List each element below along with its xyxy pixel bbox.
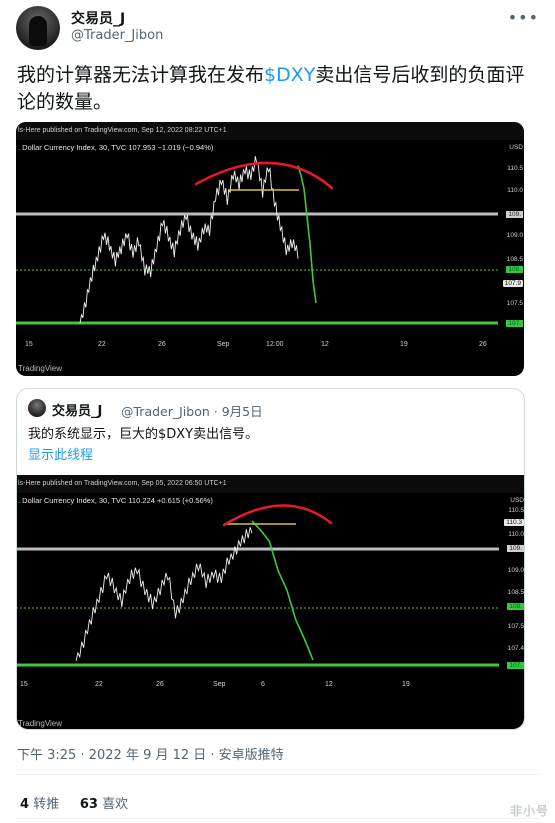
y-tick: 109.0 [507,567,524,574]
currency-label: USD [510,497,524,504]
x-tick: 15 [25,341,33,348]
x-tick: 22 [95,681,103,688]
y-tick: 109.0 [506,232,523,239]
author-handle[interactable]: @Trader_Jibon [71,28,163,43]
retweets-count[interactable]: 4 [20,797,29,812]
x-tick: 22 [98,341,106,348]
y-tick: 110.0 [508,531,524,538]
avatar [28,399,46,417]
likes-label[interactable]: 喜欢 [102,797,128,812]
avatar[interactable] [16,6,60,50]
x-tick: 26 [479,341,487,348]
x-tick: 15 [20,681,28,688]
tweet-stats: 4 转推 63 喜欢 [20,793,128,812]
projection-series-line [251,520,314,661]
y-tick: 108.5 [507,589,524,596]
quoted-text: 我的系统显示，巨大的$DXY卖出信号。 [28,427,259,442]
currency-label: USD [509,144,523,151]
chart-plot [16,156,498,325]
more-horizontal-icon[interactable]: ••• [508,8,539,27]
retweets-label[interactable]: 转推 [33,797,59,812]
x-tick: 26 [158,341,166,348]
quoted-date: · 9月5日 [213,404,263,419]
chart-image[interactable]: ls-Here published on TradingView.com, Se… [16,122,524,376]
y-tick: 110.5 [508,507,524,514]
x-tick: 26 [156,681,164,688]
y-tick: 109. [506,211,523,218]
x-tick: 6 [261,681,265,688]
y-tick: 108. [507,603,524,610]
quoted-author-name: 交易员_J [52,404,103,419]
author-name[interactable]: 交易员_J [71,8,125,28]
x-tick: 12:00 [266,341,284,348]
tweet-timestamp[interactable]: 下午 3:25 · 2022 年 9 月 12 日 · 安卓版推特 [17,744,284,763]
y-tick: 110.0 [507,187,523,194]
y-tick: 107. [506,320,523,327]
tradingview-logo: TradingView [18,719,63,728]
x-tick: 19 [400,341,408,348]
y-tick: 107. [507,662,524,669]
top-arc [222,504,333,527]
x-tick: Sep [217,341,230,348]
x-tick: 12 [325,681,333,688]
tweet-header: 交易员_J @Trader_Jibon ••• [14,6,541,50]
divider [16,774,540,775]
price-series-line [79,156,299,324]
y-tick: 107.5 [507,623,524,630]
y-tick: 110.3 [504,519,524,526]
x-tick: Sep [213,681,226,688]
cashtag-link[interactable]: $DXY [264,64,315,86]
price-series-line [75,527,253,662]
quoted-tweet[interactable]: 交易员_J @Trader_Jibon · 9月5日 我的系统显示，巨大的$DX… [16,388,525,730]
y-tick: 108. [506,266,523,273]
y-tick: 110.5 [507,165,523,172]
tradingview-logo: TradingView [18,364,63,373]
x-tick: 19 [402,681,410,688]
chart-plot [17,504,499,667]
projection-series-line [297,165,317,304]
y-tick: 108.5 [506,256,523,263]
watermark-logo: 非小号 [509,804,549,818]
chart-image[interactable]: ls-Here published on TradingView.com, Se… [17,475,524,729]
y-tick: 109. [507,545,524,552]
likes-count[interactable]: 63 [80,797,98,812]
x-tick: 12 [321,341,329,348]
y-tick: 107.4 [507,645,524,652]
divider [16,818,540,819]
show-thread-link[interactable]: 显示此线程 [28,444,93,463]
tweet-text: 我的计算器无法计算我在发布$DXY卖出信号后收到的负面评论的数量。 [17,62,542,116]
y-tick: 107.5 [506,300,523,307]
quoted-handle: @Trader_Jibon [121,404,210,419]
quoted-author-handle: @Trader_Jibon · 9月5日 [121,401,263,420]
tweet-text-part: 我的计算器无法计算我在发布 [17,64,265,86]
y-tick: 107.9 [502,280,523,287]
